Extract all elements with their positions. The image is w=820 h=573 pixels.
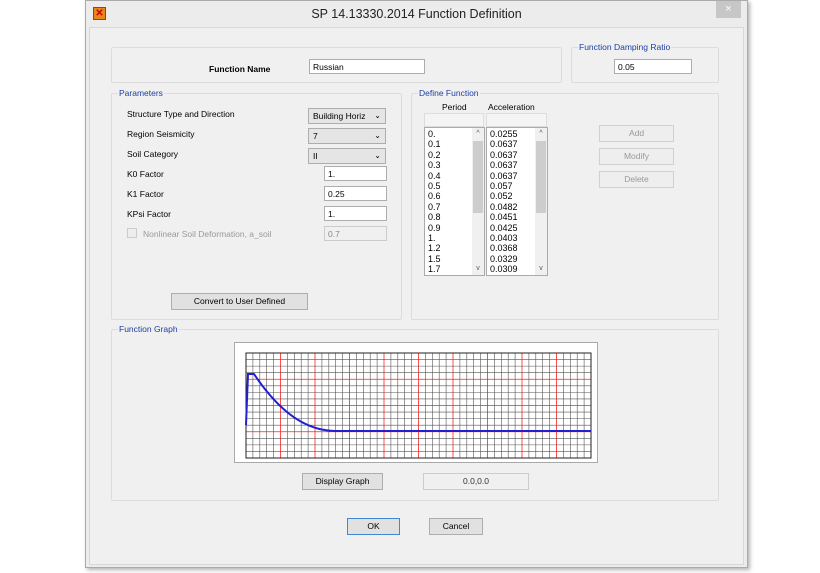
damping-group: Function Damping Ratio 0.05	[571, 42, 719, 83]
parameters-label: Parameters	[118, 88, 164, 98]
function-definition-dialog: ✕ SP 14.13330.2014 Function Definition ×…	[85, 0, 748, 568]
parameters-group: Parameters Structure Type and Direction …	[111, 88, 402, 320]
window-title: SP 14.13330.2014 Function Definition	[311, 7, 522, 21]
define-function-group: Define Function Period Acceleration 0. 0.…	[411, 88, 719, 320]
dialog-body: Function Name Russian Function Damping R…	[89, 27, 744, 565]
period-input[interactable]	[424, 113, 484, 127]
ok-button[interactable]: OK	[347, 518, 400, 535]
damping-label: Function Damping Ratio	[578, 42, 672, 52]
acceleration-input[interactable]	[486, 113, 547, 127]
scroll-up-icon[interactable]: ^	[535, 129, 547, 139]
function-graph	[234, 342, 598, 463]
scroll-up-icon[interactable]: ^	[472, 129, 484, 139]
scroll-down-icon[interactable]: v	[535, 264, 547, 274]
coordinate-readout: 0.0,0.0	[423, 473, 529, 490]
k0-label: K0 Factor	[127, 169, 164, 179]
period-scrollbar[interactable]: ^ v	[472, 128, 484, 275]
soil-category-select[interactable]: II ⌄	[308, 148, 386, 164]
modify-button[interactable]: Modify	[599, 148, 674, 165]
region-seismicity-label: Region Seismicity	[127, 129, 195, 139]
delete-button[interactable]: Delete	[599, 171, 674, 188]
kpsi-input[interactable]: 1.	[324, 206, 387, 221]
function-name-label: Function Name	[209, 64, 271, 74]
cancel-button[interactable]: Cancel	[429, 518, 483, 535]
damping-input[interactable]: 0.05	[614, 59, 692, 74]
nonlinear-checkbox[interactable]	[127, 228, 137, 238]
a-soil-input[interactable]: 0.7	[324, 226, 387, 241]
acceleration-list[interactable]: 0.0255 0.0637 0.0637 0.0637 0.0637 0.057 0.052…	[486, 127, 548, 276]
soil-category-value: II	[313, 151, 318, 161]
period-header: Period	[442, 102, 467, 112]
region-seismicity-select[interactable]: 7 ⌄	[308, 128, 386, 144]
k1-label: K1 Factor	[127, 189, 164, 199]
k1-input[interactable]: 0.25	[324, 186, 387, 201]
title-bar[interactable]: ✕ SP 14.13330.2014 Function Definition ×	[86, 1, 747, 27]
function-name-input[interactable]: Russian	[309, 59, 425, 74]
function-name-group: Function Name Russian	[111, 47, 562, 83]
structure-type-label: Structure Type and Direction	[127, 109, 235, 119]
acceleration-scrollbar[interactable]: ^ v	[535, 128, 547, 275]
add-button[interactable]: Add	[599, 125, 674, 142]
structure-type-select[interactable]: Building Horiz ⌄	[308, 108, 386, 124]
chevron-down-icon: ⌄	[374, 151, 381, 160]
kpsi-label: KPsi Factor	[127, 209, 171, 219]
period-list[interactable]: 0. 0.1 0.2 0.3 0.4 0.5 0.6 0.7 0.8 0.9 1. 1.2 1.5 1.7…	[424, 127, 485, 276]
scroll-down-icon[interactable]: v	[472, 264, 484, 274]
nonlinear-label: Nonlinear Soil Deformation, a_soil	[143, 229, 272, 239]
display-graph-button[interactable]: Display Graph	[302, 473, 383, 490]
k0-input[interactable]: 1.	[324, 166, 387, 181]
structure-type-value: Building Horiz	[313, 111, 366, 121]
soil-category-label: Soil Category	[127, 149, 179, 159]
convert-to-user-defined-button[interactable]: Convert to User Defined	[171, 293, 308, 310]
close-button[interactable]: ×	[716, 1, 741, 18]
chevron-down-icon: ⌄	[374, 131, 381, 140]
acceleration-header: Acceleration	[488, 102, 535, 112]
function-graph-group: Function Graph Display Graph 0.0,0.0	[111, 324, 719, 501]
region-seismicity-value: 7	[313, 131, 318, 141]
chevron-down-icon: ⌄	[374, 111, 381, 120]
define-function-label: Define Function	[418, 88, 480, 98]
function-graph-label: Function Graph	[118, 324, 179, 334]
